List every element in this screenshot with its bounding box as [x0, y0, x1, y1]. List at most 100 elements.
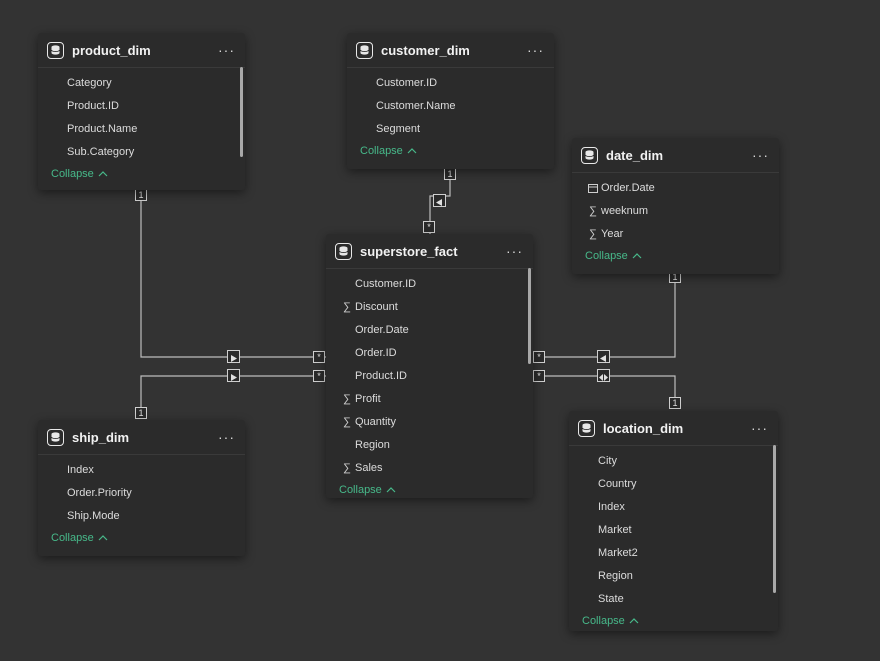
field-row[interactable]: Market — [569, 518, 778, 541]
table-card-product-dim[interactable]: product_dim ··· Category Product.ID Product.… — [38, 33, 245, 190]
collapse-button[interactable]: Collapse — [38, 527, 245, 549]
field-row[interactable]: Region — [569, 564, 778, 587]
field-row[interactable]: Customer.ID — [326, 272, 533, 295]
field-label: Ship.Mode — [67, 509, 120, 522]
cardinality-many-badge: * — [313, 370, 325, 382]
table-card-customer-dim[interactable]: customer_dim ··· Customer.ID Customer.Name S… — [347, 33, 554, 169]
field-row[interactable]: Index — [569, 495, 778, 518]
relationship-line-product[interactable] — [140, 197, 330, 358]
more-options-button[interactable]: ··· — [527, 42, 544, 58]
field-label: Market — [598, 523, 632, 536]
cardinality-one-badge: 1 — [669, 397, 681, 409]
table-icon — [335, 242, 352, 260]
field-row[interactable]: Index — [38, 458, 245, 481]
more-options-button[interactable]: ··· — [218, 429, 235, 445]
calendar-icon — [585, 183, 601, 193]
cardinality-many-badge: * — [533, 370, 545, 382]
field-row[interactable]: Product.ID — [326, 364, 533, 387]
field-row[interactable]: ∑ Year — [572, 222, 779, 245]
collapse-button[interactable]: Collapse — [326, 479, 533, 501]
sigma-icon: ∑ — [343, 461, 351, 474]
field-label: Order.Date — [601, 181, 655, 194]
field-row[interactable]: City — [569, 449, 778, 472]
table-header[interactable]: customer_dim ··· — [347, 33, 554, 68]
more-options-button[interactable]: ··· — [752, 147, 769, 163]
collapse-label: Collapse — [360, 145, 403, 157]
field-label: Sales — [355, 461, 383, 474]
table-card-date-dim[interactable]: date_dim ··· Order.Date ∑ weeknum ∑ Year Collap… — [572, 138, 779, 274]
field-label: Discount — [355, 300, 398, 313]
cardinality-many-badge: * — [423, 221, 435, 233]
table-header[interactable]: superstore_fact ··· — [326, 234, 533, 269]
sigma-icon: ∑ — [589, 204, 597, 217]
table-header[interactable]: location_dim ··· — [569, 411, 778, 446]
field-row[interactable]: Sub.Category — [38, 140, 245, 163]
table-card-superstore-fact[interactable]: superstore_fact ··· Customer.ID ∑ Discount Or… — [326, 234, 533, 498]
field-row[interactable]: Product.Name — [38, 117, 245, 140]
field-row[interactable]: Customer.Name — [347, 94, 554, 117]
field-label: Year — [601, 227, 624, 240]
field-row[interactable]: Order.Date — [326, 318, 533, 341]
field-label: Country — [598, 477, 637, 490]
field-row[interactable]: ∑ weeknum — [572, 199, 779, 222]
more-options-button[interactable]: ··· — [751, 420, 768, 436]
field-row[interactable]: ∑ Quantity — [326, 410, 533, 433]
table-icon — [578, 419, 595, 437]
chevron-up-icon — [98, 533, 108, 543]
more-options-button[interactable]: ··· — [506, 243, 523, 259]
table-card-ship-dim[interactable]: ship_dim ··· Index Order.Priority Ship.Mode C… — [38, 420, 245, 556]
scrollbar[interactable] — [240, 67, 243, 157]
collapse-button[interactable]: Collapse — [572, 245, 779, 267]
field-label: Order.ID — [355, 346, 397, 359]
cardinality-one-badge: 1 — [135, 407, 147, 419]
field-row[interactable]: Ship.Mode — [38, 504, 245, 527]
collapse-button[interactable]: Collapse — [569, 610, 778, 632]
field-row[interactable]: Region — [326, 433, 533, 456]
field-row[interactable]: Market2 — [569, 541, 778, 564]
collapse-button[interactable]: Collapse — [347, 140, 554, 162]
field-label: Market2 — [598, 546, 638, 559]
collapse-button[interactable]: Collapse — [38, 163, 245, 185]
field-row[interactable]: Order.Date — [572, 176, 779, 199]
field-label: Customer.Name — [376, 99, 456, 112]
table-header[interactable]: date_dim ··· — [572, 138, 779, 173]
field-label: Quantity — [355, 415, 396, 428]
field-row[interactable]: Order.ID — [326, 341, 533, 364]
sigma-icon: ∑ — [343, 392, 351, 405]
table-title: location_dim — [603, 420, 684, 436]
filter-arrow-left-icon[interactable] — [433, 194, 446, 207]
field-row[interactable]: Segment — [347, 117, 554, 140]
table-icon — [47, 41, 64, 59]
chevron-up-icon — [632, 251, 642, 261]
table-header[interactable]: ship_dim ··· — [38, 420, 245, 455]
table-title: product_dim — [72, 42, 151, 58]
field-label: Region — [355, 438, 390, 451]
field-row[interactable]: ∑ Sales — [326, 456, 533, 479]
table-header[interactable]: product_dim ··· — [38, 33, 245, 68]
field-row[interactable]: Order.Priority — [38, 481, 245, 504]
table-card-location-dim[interactable]: location_dim ··· City Country Index Market Mar… — [569, 411, 778, 631]
field-row[interactable]: ∑ Profit — [326, 387, 533, 410]
collapse-label: Collapse — [51, 532, 94, 544]
filter-arrow-right-icon[interactable] — [227, 350, 240, 363]
field-row[interactable]: State — [569, 587, 778, 610]
collapse-label: Collapse — [582, 615, 625, 627]
filter-arrow-left-icon[interactable] — [597, 350, 610, 363]
scrollbar[interactable] — [773, 445, 776, 593]
field-label: Order.Date — [355, 323, 409, 336]
field-row[interactable]: ∑ Discount — [326, 295, 533, 318]
field-list: Customer.ID Customer.Name Segment — [347, 68, 554, 140]
field-row[interactable]: Product.ID — [38, 94, 245, 117]
field-row[interactable]: Customer.ID — [347, 71, 554, 94]
chevron-up-icon — [407, 146, 417, 156]
cardinality-many-badge: * — [313, 351, 325, 363]
filter-arrow-right-icon[interactable] — [227, 369, 240, 382]
more-options-button[interactable]: ··· — [218, 42, 235, 58]
relationship-line-date[interactable] — [532, 278, 676, 358]
table-title: customer_dim — [381, 42, 470, 58]
field-row[interactable]: Country — [569, 472, 778, 495]
field-row[interactable]: Category — [38, 71, 245, 94]
field-list: Order.Date ∑ weeknum ∑ Year — [572, 173, 779, 245]
scrollbar[interactable] — [528, 268, 531, 364]
filter-arrow-both-icon[interactable] — [597, 369, 610, 382]
